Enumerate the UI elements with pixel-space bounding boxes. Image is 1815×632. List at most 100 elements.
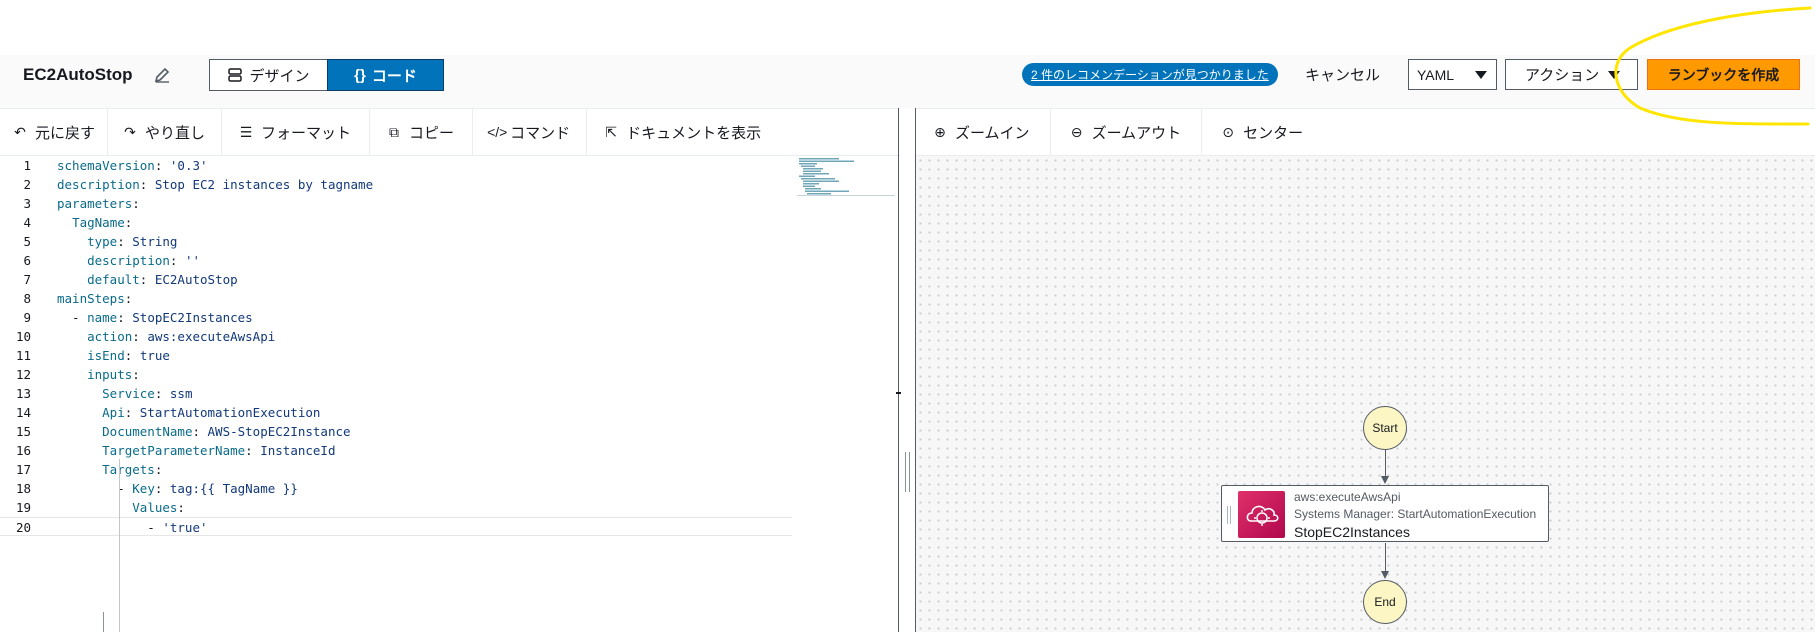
code-value: InstanceId — [260, 443, 336, 458]
code-text: mainSteps: — [57, 289, 132, 308]
code-text: Values: — [57, 498, 185, 517]
code-line[interactable]: 9 - name: StopEC2Instances — [0, 308, 792, 327]
code-line[interactable]: 4 TagName: — [0, 213, 792, 232]
create-runbook-button[interactable]: ランブックを作成 — [1647, 59, 1800, 90]
indent-guide — [119, 459, 120, 632]
caret-down-icon — [1475, 71, 1487, 79]
code-key: mainSteps — [57, 291, 125, 306]
cancel-button[interactable]: キャンセル — [1305, 64, 1380, 85]
code-value: ssm — [169, 386, 193, 401]
code-key: schemaVersion — [57, 158, 155, 173]
code-editor[interactable]: 1 schemaVersion: '0.3' 2 description: Stop … — [0, 156, 897, 632]
edit-icon[interactable] — [153, 66, 171, 84]
code-line[interactable]: 11 isEnd: true — [0, 346, 792, 365]
code-value: 'true' — [162, 520, 208, 535]
code-line[interactable]: 3 parameters: — [0, 194, 792, 213]
code-line[interactable]: 14 Api: StartAutomationExecution — [0, 403, 792, 422]
design-tab[interactable]: デザイン — [209, 59, 327, 91]
zoom-out-button[interactable]: ⊖ ズームアウト — [1051, 109, 1203, 155]
command-icon: </> — [487, 124, 508, 140]
zoom-out-icon: ⊖ — [1070, 123, 1083, 140]
code-colon: : — [124, 405, 140, 420]
code-line[interactable]: 13 Service: ssm — [0, 384, 792, 403]
copy-label: コピー — [409, 124, 455, 142]
resize-handle[interactable] — [905, 452, 910, 492]
code-colon: : — [117, 310, 133, 325]
code-colon: : — [124, 348, 140, 363]
start-node[interactable]: Start — [1363, 406, 1407, 450]
code-text: TargetParameterName: InstanceId — [57, 441, 335, 460]
view-document-label: ドキュメントを表示 — [626, 124, 762, 142]
code-colon: : — [154, 158, 170, 173]
redo-label: やり直し — [145, 124, 206, 142]
code-line[interactable]: 2 description: Stop EC2 instances by tagn… — [0, 175, 792, 194]
actions-dropdown[interactable]: アクション — [1505, 59, 1638, 90]
code-colon: : — [169, 253, 185, 268]
divider-notch — [896, 392, 901, 394]
pane-divider — [898, 108, 899, 632]
format-button[interactable]: ☰ フォーマット — [222, 109, 371, 155]
code-text: default: EC2AutoStop — [57, 270, 238, 289]
code-line[interactable]: 15 DocumentName: AWS-StopEC2Instance — [0, 422, 792, 441]
code-colon: : — [124, 291, 133, 306]
center-button[interactable]: ⊙ センター — [1202, 109, 1315, 155]
command-label: コマンド — [510, 124, 571, 142]
view-document-button[interactable]: ⇱ ドキュメントを表示 — [587, 109, 773, 155]
code-line[interactable]: 10 action: aws:executeAwsApi — [0, 327, 792, 346]
code-key: Values — [132, 500, 178, 515]
recommendations-badge[interactable]: 2 件のレコメンデーションが見つかりました — [1022, 63, 1278, 86]
code-line[interactable]: 6 description: '' — [0, 251, 792, 270]
code-minimap[interactable] — [797, 156, 895, 196]
zoom-in-button[interactable]: ⊕ ズームイン — [916, 109, 1051, 155]
line-number: 9 — [23, 310, 31, 325]
flow-canvas[interactable] — [916, 156, 1815, 632]
design-icon — [228, 68, 243, 82]
drag-handle-icon[interactable] — [1227, 506, 1231, 524]
undo-label: 元に戻す — [35, 124, 96, 142]
undo-icon: ↶ — [14, 123, 26, 140]
line-number: 5 — [23, 234, 31, 249]
zoom-out-label: ズームアウト — [1091, 124, 1182, 142]
copy-button[interactable]: ⧉ コピー — [370, 109, 474, 155]
code-line[interactable]: 7 default: EC2AutoStop — [0, 270, 792, 289]
line-number: 20 — [15, 520, 31, 535]
actions-label: アクション — [1525, 67, 1600, 84]
code-line[interactable]: 1 schemaVersion: '0.3' — [0, 156, 792, 175]
step-node-stopec2instances[interactable]: aws:executeAwsApi Systems Manager: Start… — [1221, 485, 1549, 542]
code-colon: : — [124, 215, 133, 230]
code-key: Api — [102, 405, 125, 420]
line-number: 13 — [15, 386, 31, 401]
redo-button[interactable]: ↷ やり直し — [108, 109, 223, 155]
format-label: フォーマット — [261, 124, 352, 142]
code-line[interactable]: 5 type: String — [0, 232, 792, 251]
code-colon: : — [139, 177, 155, 192]
line-number: 1 — [23, 158, 31, 173]
command-button[interactable]: </> コマンド — [473, 109, 588, 155]
code-text: inputs: — [57, 365, 140, 384]
line-number: 3 — [23, 196, 31, 211]
code-line[interactable]: 12 inputs: — [0, 365, 792, 384]
code-indent: - — [57, 310, 88, 325]
line-number: 15 — [15, 424, 31, 439]
code-key: Key — [132, 481, 155, 496]
document-title: EC2AutoStop — [23, 65, 133, 84]
undo-button[interactable]: ↶ 元に戻す — [0, 109, 109, 155]
code-value: StopEC2Instances — [132, 310, 253, 325]
code-key: TagName — [72, 215, 125, 230]
end-node[interactable]: End — [1363, 580, 1407, 624]
code-key: name — [87, 310, 118, 325]
code-value: StartAutomationExecution — [139, 405, 321, 420]
arrow-head-icon — [1381, 476, 1389, 484]
line-number: 6 — [23, 253, 31, 268]
code-line[interactable]: 8 mainSteps: — [0, 289, 792, 308]
code-tab[interactable]: {} コード — [327, 59, 444, 91]
code-line[interactable]: 16 TargetParameterName: InstanceId — [0, 441, 792, 460]
format-select[interactable]: YAML — [1408, 59, 1497, 90]
code-colon: : — [245, 443, 261, 458]
code-colon: : — [192, 424, 208, 439]
